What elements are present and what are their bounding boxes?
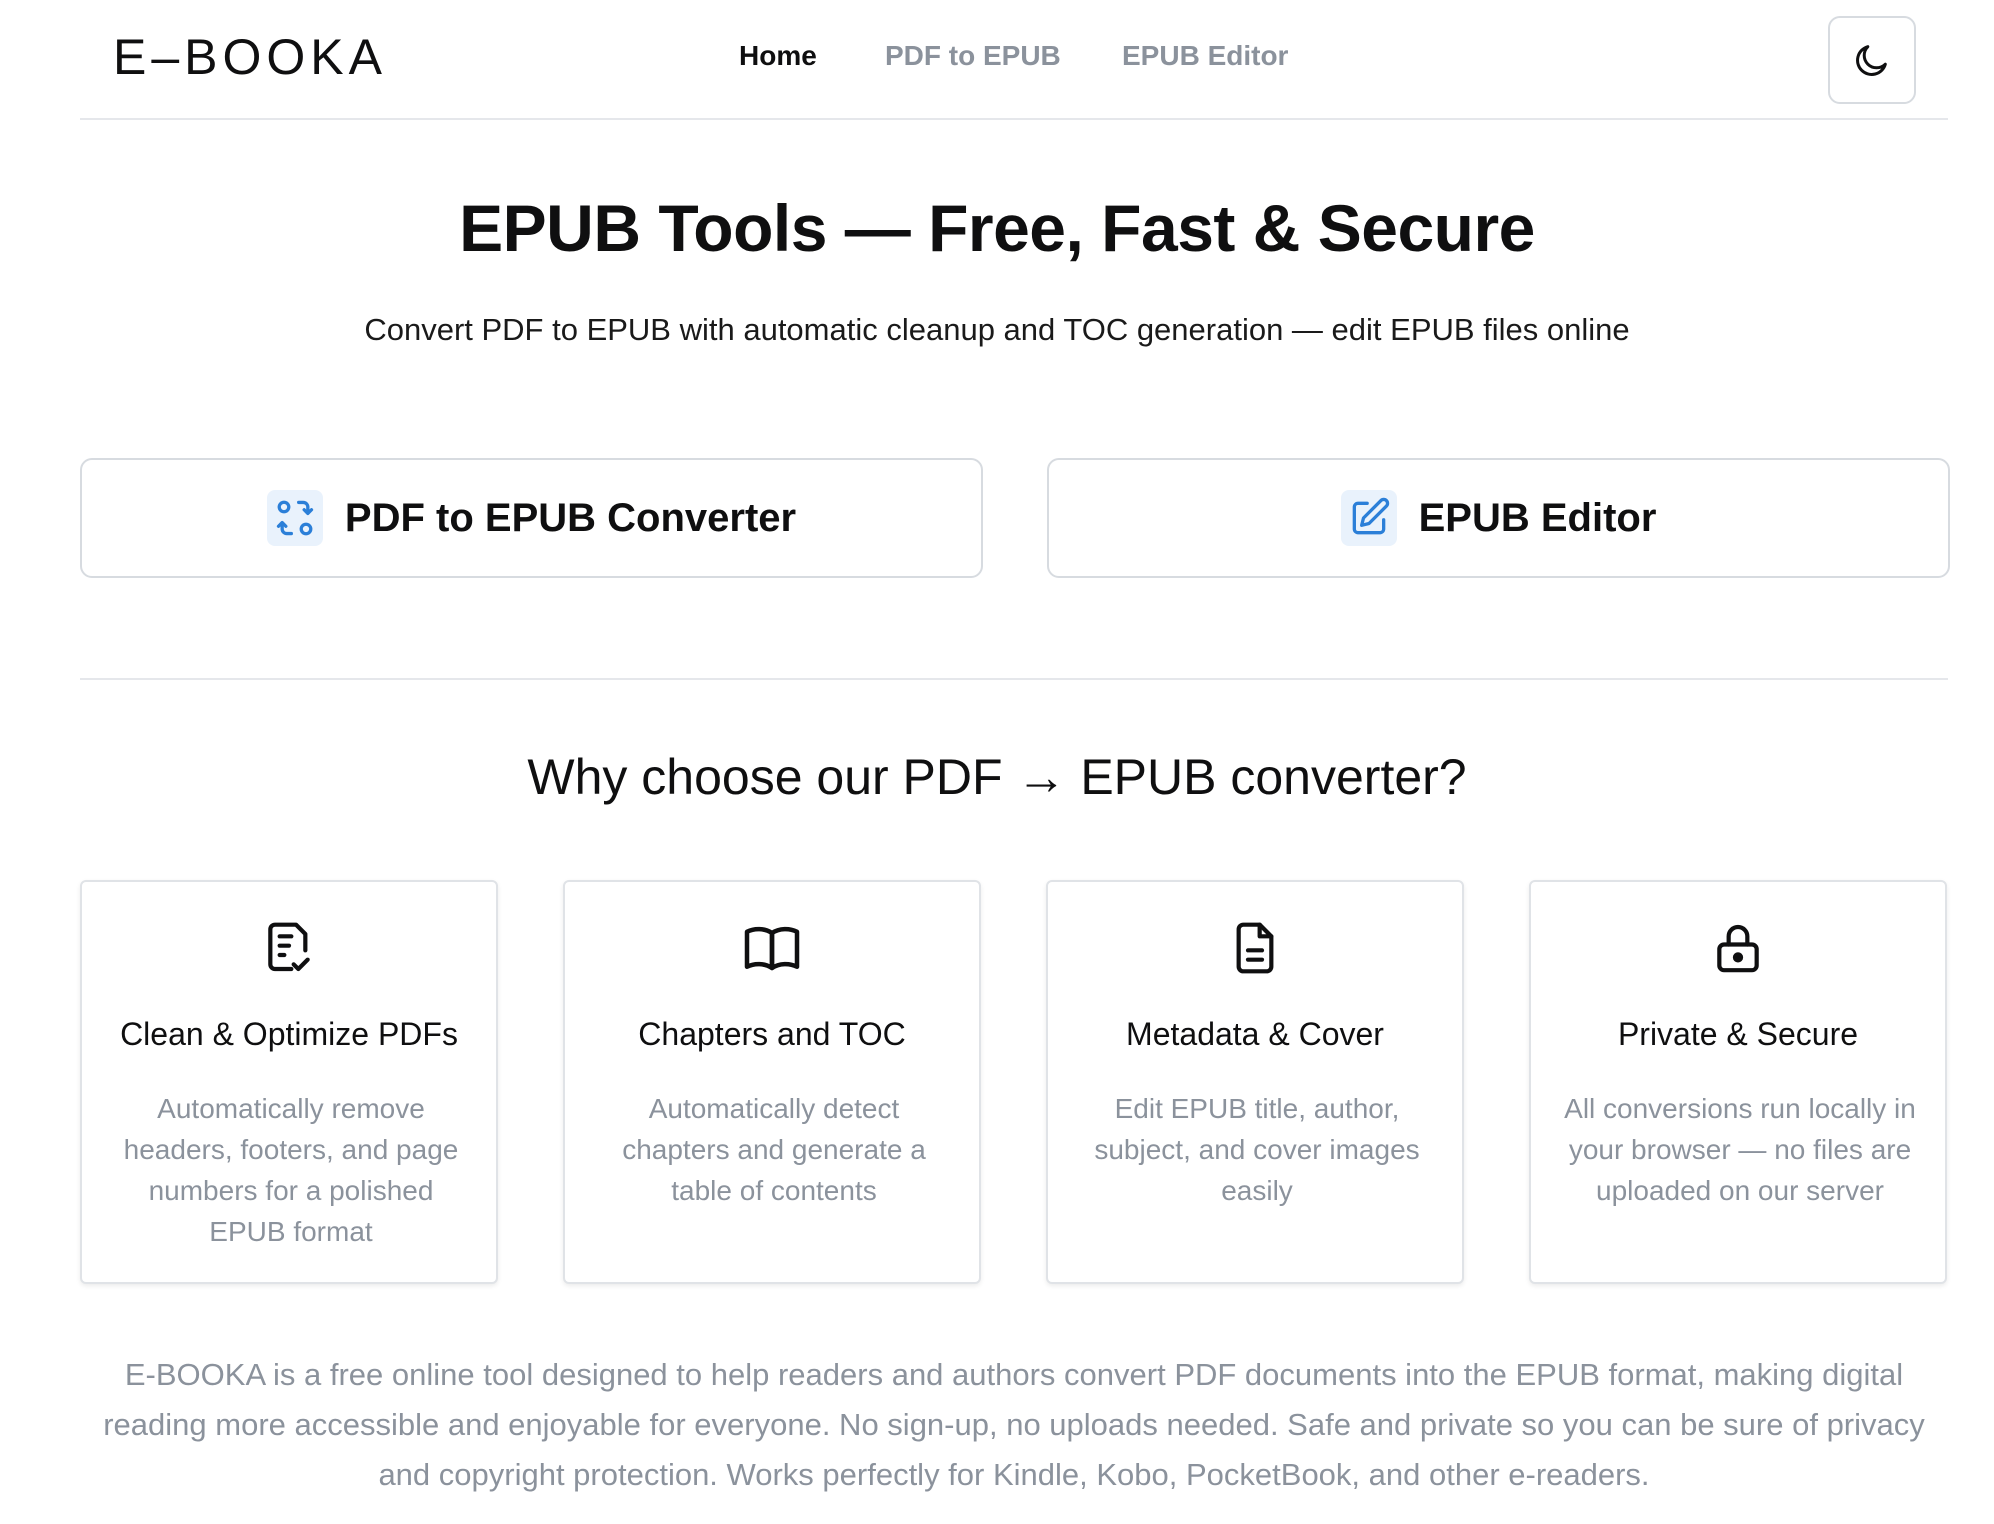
top-navigation-bar: E–BOOKA Home PDF to EPUB EPUB Editor bbox=[80, 0, 1948, 120]
hero-subtitle: Convert PDF to EPUB with automatic clean… bbox=[364, 312, 1630, 347]
theme-toggle-button[interactable] bbox=[1828, 16, 1916, 104]
feature-description: Automatically remove headers, footers, a… bbox=[123, 1093, 459, 1247]
main-nav: Home PDF to EPUB EPUB Editor bbox=[739, 40, 1288, 72]
section-divider bbox=[80, 678, 1948, 680]
convert-arrows-icon bbox=[266, 490, 323, 546]
feature-description: Automatically detect chapters and genera… bbox=[622, 1093, 926, 1206]
feature-card-clean-optimize: Clean & Optimize PDFs Automatically remo… bbox=[80, 880, 498, 1284]
edit-pencil-icon bbox=[1340, 490, 1397, 546]
feature-description: Edit EPUB title, author, subject, and co… bbox=[1094, 1093, 1420, 1206]
epub-editor-label: EPUB Editor bbox=[1418, 495, 1657, 540]
nav-epub-editor-link[interactable]: EPUB Editor bbox=[1122, 40, 1288, 72]
feature-title: Clean & Optimize PDFs bbox=[120, 1016, 458, 1052]
page: E–BOOKA Home PDF to EPUB EPUB Editor EPU… bbox=[0, 0, 1994, 1524]
about-paragraph: E-BOOKA is a free online tool designed t… bbox=[103, 1357, 1925, 1492]
open-book-icon bbox=[744, 926, 800, 971]
nav-pdf-to-epub-link[interactable]: PDF to EPUB bbox=[885, 40, 1122, 72]
feature-card-metadata-cover: Metadata & Cover Edit EPUB title, author… bbox=[1046, 880, 1464, 1284]
feature-card-chapters-toc: Chapters and TOC Automatically detect ch… bbox=[563, 880, 981, 1284]
feature-title: Private & Secure bbox=[1617, 1016, 1859, 1052]
pdf-to-epub-converter-button[interactable]: PDF to EPUB Converter bbox=[80, 458, 983, 578]
document-check-icon bbox=[268, 922, 310, 972]
lock-icon bbox=[1717, 924, 1759, 973]
pdf-to-epub-converter-label: PDF to EPUB Converter bbox=[344, 495, 797, 540]
feature-title: Metadata & Cover bbox=[1126, 1016, 1384, 1052]
moon-icon bbox=[1856, 45, 1887, 76]
nav-home-link[interactable]: Home bbox=[739, 40, 885, 72]
site-logo[interactable]: E–BOOKA bbox=[113, 28, 387, 86]
feature-card-private-secure: Private & Secure All conversions run loc… bbox=[1529, 880, 1947, 1284]
feature-description: All conversions run locally in your brow… bbox=[1564, 1093, 1916, 1206]
file-text-icon bbox=[1236, 922, 1274, 974]
why-heading: Why choose our PDF → EPUB converter? bbox=[527, 749, 1467, 805]
feature-title: Chapters and TOC bbox=[638, 1016, 906, 1052]
hero-title: EPUB Tools — Free, Fast & Secure bbox=[459, 191, 1535, 265]
epub-editor-button[interactable]: EPUB Editor bbox=[1047, 458, 1950, 578]
